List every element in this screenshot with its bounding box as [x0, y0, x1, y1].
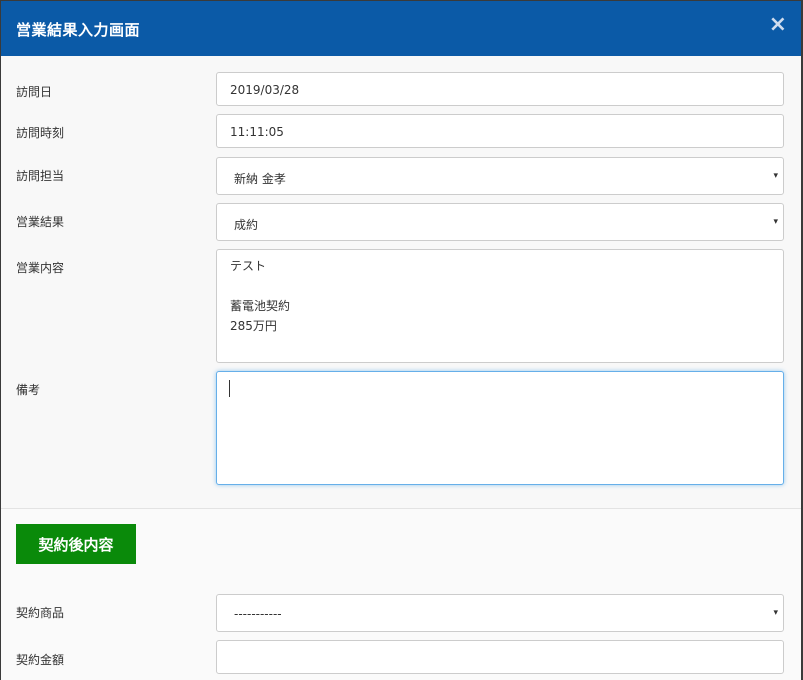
visit-date-input[interactable]: 2019/03/28 [216, 72, 784, 106]
chevron-down-icon: ▾ [773, 217, 778, 227]
contract-product-label: 契約商品 [16, 606, 65, 620]
sales-result-value: 成約 [234, 218, 259, 232]
visit-staff-label: 訪問担当 [16, 169, 65, 183]
modal-header: 営業結果入力画面 × [1, 1, 801, 56]
text-caret [229, 380, 230, 397]
section-divider [1, 508, 801, 509]
contract-amount-label: 契約金額 [16, 653, 65, 667]
contract-product-select[interactable]: ----------- ▾ [216, 594, 784, 632]
sales-content-textarea[interactable]: テスト 蓄電池契約 285万円 [216, 249, 784, 363]
contract-product-value: ----------- [234, 607, 282, 621]
visit-staff-select[interactable]: 新納 金孝 ▾ [216, 157, 784, 195]
visit-time-value: 11:11:05 [230, 125, 284, 139]
contract-amount-input[interactable] [216, 640, 784, 674]
modal-title: 営業結果入力画面 [16, 21, 141, 39]
visit-date-label: 訪問日 [16, 85, 53, 99]
sales-content-value: テスト 蓄電池契約 285万円 [230, 259, 291, 333]
remarks-textarea[interactable] [216, 371, 784, 485]
sales-result-select[interactable]: 成約 ▾ [216, 203, 784, 241]
chevron-down-icon: ▾ [773, 608, 778, 618]
visit-time-input[interactable]: 11:11:05 [216, 114, 784, 148]
remarks-label: 備考 [16, 383, 41, 397]
sales-content-label: 営業内容 [16, 261, 65, 275]
contract-details-button[interactable]: 契約後内容 [16, 524, 136, 564]
chevron-down-icon: ▾ [773, 171, 778, 181]
visit-date-value: 2019/03/28 [230, 83, 300, 97]
visit-time-label: 訪問時刻 [16, 126, 65, 140]
sales-result-label: 営業結果 [16, 215, 65, 229]
sales-result-modal: 営業結果入力画面 × 訪問日 2019/03/28 訪問時刻 11:11:05 … [1, 1, 801, 680]
close-icon[interactable]: × [769, 13, 787, 37]
visit-staff-value: 新納 金孝 [234, 172, 286, 186]
